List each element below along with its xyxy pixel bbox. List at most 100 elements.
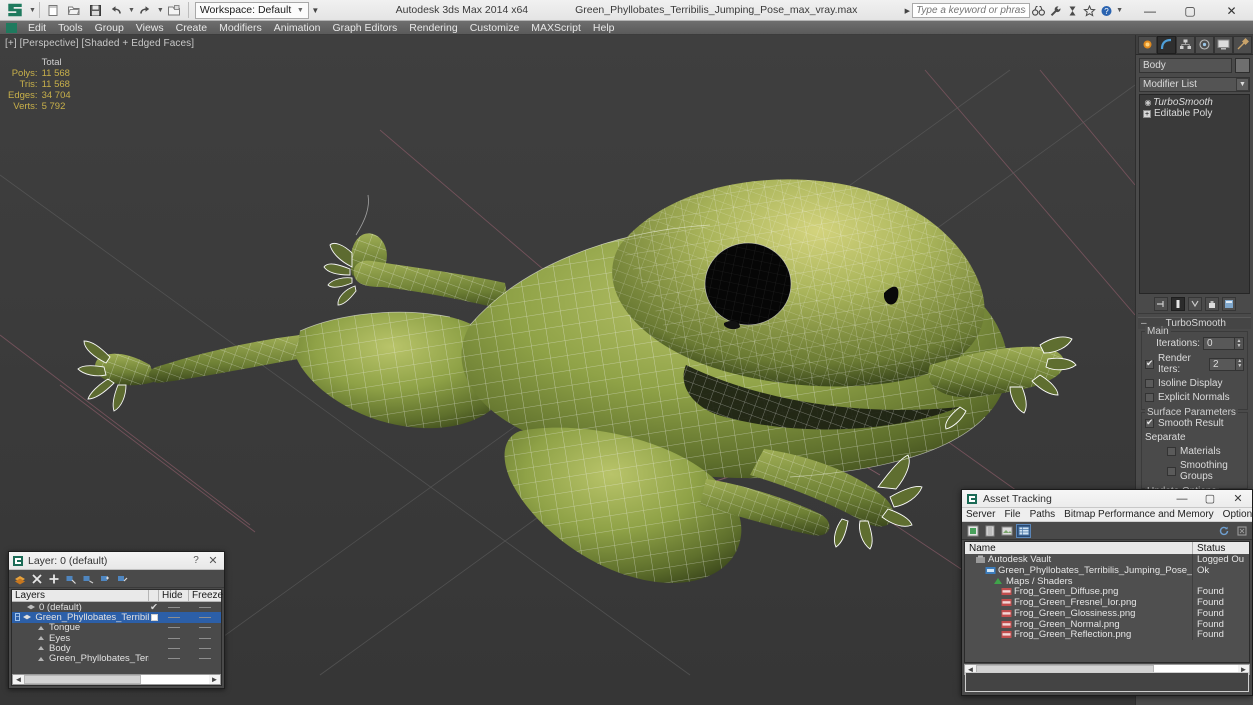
redo-dropdown-icon[interactable]: ▼ [157,7,164,14]
help-button[interactable]: ? [188,555,204,566]
new-layer-icon[interactable] [13,572,26,585]
display-tab[interactable] [1214,36,1233,54]
menu-item-bitmap-performance[interactable]: Bitmap Performance and Memory [1064,509,1214,520]
menu-item-tools[interactable]: Tools [52,21,89,34]
smooth-result-checkbox[interactable] [1145,419,1154,428]
menu-item-views[interactable]: Views [130,21,170,34]
modifier-list-dropdown[interactable]: Modifier List ▼ [1139,77,1250,92]
asset-rows[interactable]: Autodesk Vault Logged Ou Green_Phyllobat… [965,554,1249,662]
modifier-stack[interactable]: ◉ TurboSmooth + Editable Poly [1139,94,1250,294]
close-button[interactable]: ✕ [204,554,222,567]
chevron-down-icon[interactable]: ▼ [1236,78,1249,91]
menu-item-rendering[interactable]: Rendering [403,21,463,34]
modifier-stack-item-turbosmooth[interactable]: ◉ TurboSmooth [1140,97,1249,108]
menu-item-customize[interactable]: Customize [464,21,526,34]
menu-item-paths[interactable]: Paths [1030,509,1056,520]
app-logo-icon[interactable] [2,1,28,20]
create-tab[interactable] [1138,36,1157,54]
maximize-button[interactable]: ▢ [1196,490,1224,507]
hide-toggle[interactable] [159,617,189,618]
table-row[interactable]: 0 (default) ✔ [12,602,221,612]
table-row[interactable]: Body [12,643,221,653]
object-color-swatch[interactable] [1235,58,1250,73]
redo-icon[interactable] [136,1,155,19]
render-iters-input[interactable]: 2 [1209,358,1236,371]
menu-item-create[interactable]: Create [170,21,214,34]
settings-icon[interactable] [1234,524,1249,538]
modifier-stack-item-editable-poly[interactable]: + Editable Poly [1140,108,1249,119]
close-button[interactable]: ✕ [1210,0,1253,21]
menu-app-icon[interactable] [0,21,22,34]
table-row[interactable]: Frog_Green_Diffuse.png Found [965,586,1249,597]
workspace-selector[interactable]: Workspace: Default ▼ [195,2,309,19]
iterations-input[interactable]: 0 [1203,337,1235,350]
menu-item-server[interactable]: Server [966,509,995,520]
table-row[interactable]: Frog_Green_Reflection.png Found [965,630,1249,641]
save-icon[interactable] [86,1,105,19]
light-bulb-icon[interactable]: ◉ [1143,98,1153,107]
explicit-normals-checkbox[interactable] [1145,393,1154,402]
asset-window-titlebar[interactable]: Asset Tracking — ▢ ✕ [962,490,1252,508]
isoline-display-row[interactable]: Isoline Display [1145,378,1244,389]
table-row[interactable]: Frog_Green_Fresnel_Ior.png Found [965,597,1249,608]
menu-item-options[interactable]: Options [1223,509,1253,520]
freeze-toggle[interactable] [189,607,221,608]
maximize-button[interactable]: ▢ [1170,0,1210,21]
add-layer-icon[interactable] [47,572,60,585]
hourglass-icon[interactable] [1065,3,1080,18]
configure-sets-icon[interactable] [1222,297,1236,311]
help-icon[interactable]: ? [1099,3,1114,18]
hide-toggle[interactable] [159,658,189,659]
render-iters-checkbox[interactable] [1145,360,1154,369]
search-input[interactable] [912,3,1030,18]
menu-item-animation[interactable]: Animation [268,21,327,34]
pin-stack-icon[interactable] [1154,297,1168,311]
show-end-result-icon[interactable] [1171,297,1185,311]
current-check-box[interactable] [149,614,159,621]
select-highlight-icon[interactable] [81,572,94,585]
scroll-left-icon[interactable]: ◄ [13,675,24,684]
scrollbar-track[interactable] [24,675,209,684]
table-row[interactable]: Eyes [12,633,221,643]
hide-toggle[interactable] [159,638,189,639]
freeze-toggle[interactable] [189,648,221,649]
delete-layer-icon[interactable] [30,572,43,585]
image-icon[interactable] [999,524,1014,538]
isoline-display-checkbox[interactable] [1145,379,1154,388]
search-caret-icon[interactable]: ▶ [905,7,910,15]
smooth-result-row[interactable]: Smooth Result [1145,418,1244,429]
help-dropdown-icon[interactable]: ▼ [1116,7,1123,14]
menu-item-modifiers[interactable]: Modifiers [213,21,268,34]
select-objects-icon[interactable] [64,572,77,585]
add-selection-icon[interactable] [98,572,111,585]
table-row[interactable]: Frog_Green_Glossiness.png Found [965,608,1249,619]
iterations-spinner-arrows[interactable]: ▲▼ [1235,337,1244,350]
table-row[interactable]: Tongue [12,623,221,633]
menu-item-graph-editors[interactable]: Graph Editors [326,21,403,34]
motion-tab[interactable] [1195,36,1214,54]
hierarchy-tab[interactable] [1176,36,1195,54]
vault-icon[interactable] [965,524,980,538]
menu-item-group[interactable]: Group [89,21,130,34]
current-check-icon[interactable]: ✔ [149,602,159,613]
layer-grid[interactable]: Layers Hide Freeze 0 (default) ✔ [11,589,222,686]
menu-item-help[interactable]: Help [587,21,621,34]
hide-toggle[interactable] [159,607,189,608]
binoculars-icon[interactable] [1031,3,1046,18]
refresh-icon[interactable] [1216,524,1231,538]
new-icon[interactable] [44,1,63,19]
wrench-icon[interactable] [1048,3,1063,18]
layer-window[interactable]: Layer: 0 (default) ? ✕ [8,551,225,689]
table-row[interactable]: Frog_Green_Normal.png Found [965,619,1249,630]
hide-toggle[interactable] [159,648,189,649]
layer-rows[interactable]: 0 (default) ✔ – Green_Phyllobates_Terrib… [12,602,221,685]
table-icon[interactable] [1016,524,1031,538]
utilities-tab[interactable] [1233,36,1252,54]
star-icon[interactable] [1082,3,1097,18]
close-button[interactable]: ✕ [1224,490,1252,507]
modify-tab[interactable] [1157,36,1176,54]
workspace-dropdown-icon[interactable]: ▼ [309,2,322,19]
explicit-normals-row[interactable]: Explicit Normals [1145,392,1244,403]
table-row[interactable]: – Green_Phyllobates_Terribilis_Jumping [12,612,221,622]
set-project-icon[interactable] [165,1,184,19]
